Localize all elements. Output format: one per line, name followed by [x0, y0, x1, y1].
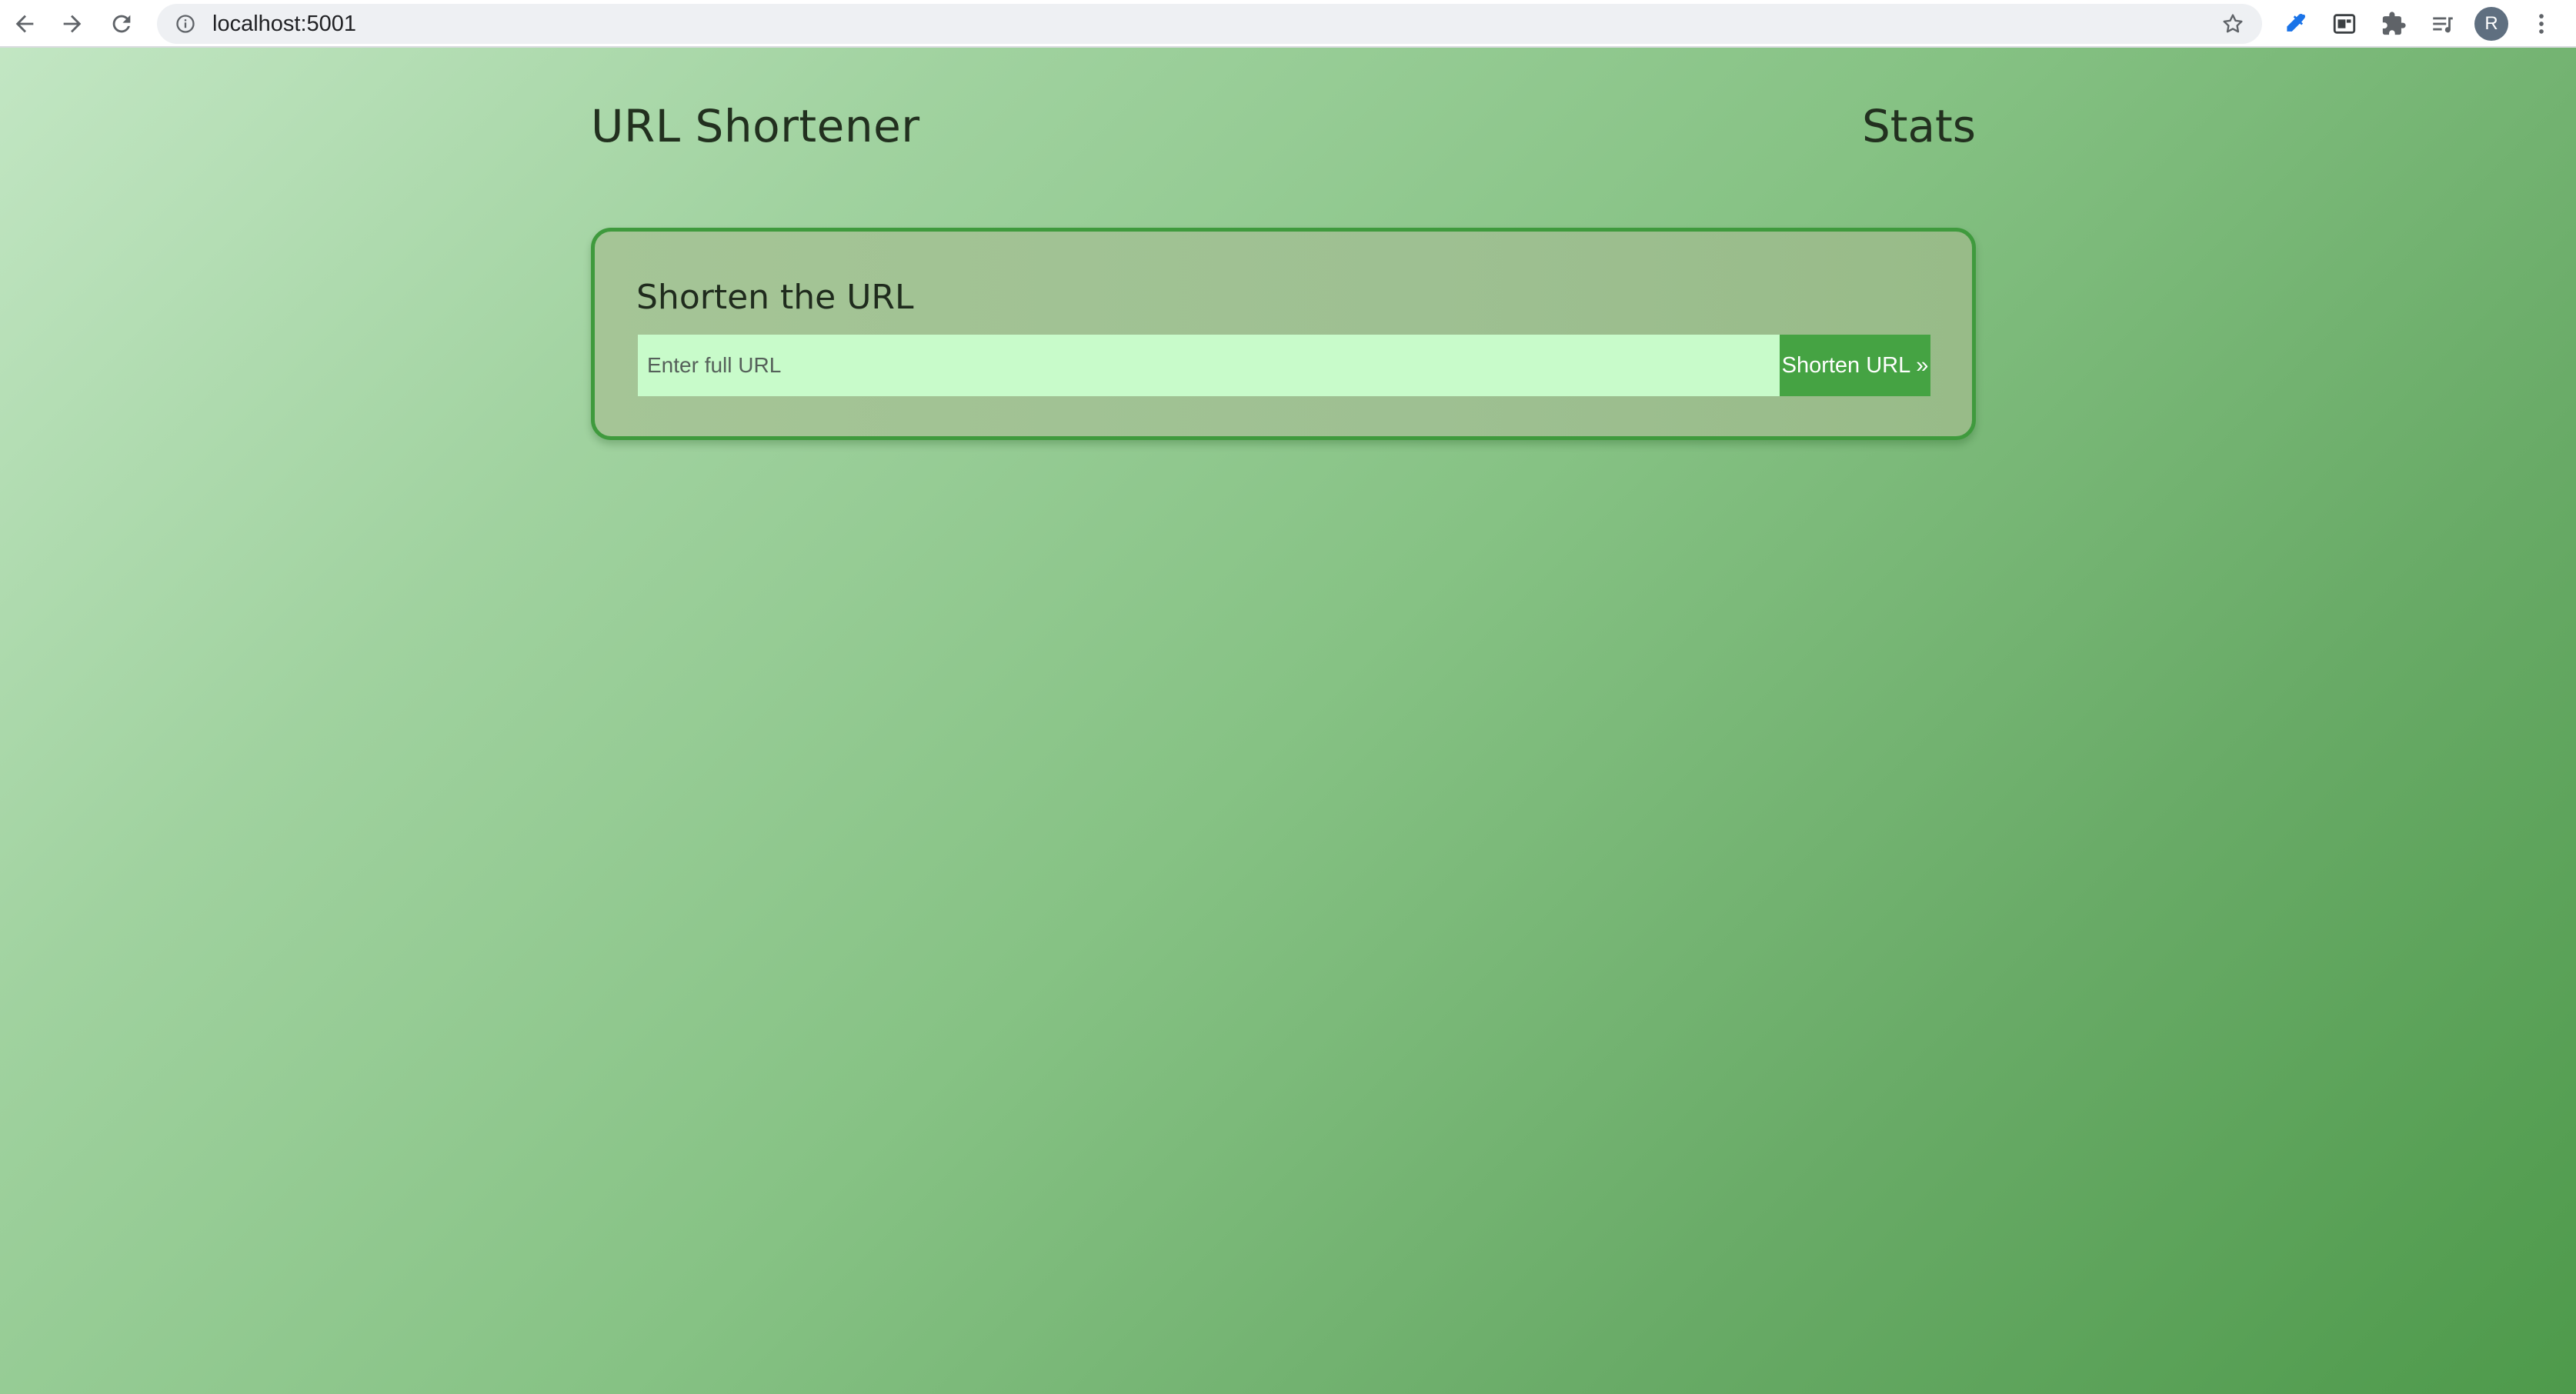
page-viewport: URL Shortener Stats Shorten the URL Shor…: [0, 48, 2576, 1394]
profile-avatar[interactable]: R: [2474, 7, 2508, 41]
eyedropper-icon: [2287, 13, 2306, 32]
extensions-button[interactable]: [2376, 6, 2411, 42]
shorten-url-button[interactable]: Shorten URL »: [1780, 335, 1930, 396]
forward-button[interactable]: [54, 6, 91, 42]
puzzle-icon: [2382, 12, 2406, 35]
address-bar[interactable]: localhost:5001: [157, 4, 2262, 44]
kebab-menu-icon: [2539, 14, 2544, 34]
extension-box-button[interactable]: [2327, 6, 2362, 42]
info-icon[interactable]: [174, 12, 197, 35]
reading-list-button[interactable]: [2425, 6, 2461, 42]
extension-box-icon: [2333, 14, 2356, 34]
back-button[interactable]: [6, 6, 43, 42]
arrow-right-icon: [63, 15, 82, 33]
star-icon[interactable]: [2221, 12, 2245, 36]
reading-list-icon: [2433, 17, 2453, 33]
eyedropper-extension-button[interactable]: [2277, 6, 2313, 42]
stats-link[interactable]: Stats: [1862, 100, 1976, 152]
app-title: URL Shortener: [591, 100, 920, 152]
browser-toolbar: localhost:5001 R: [0, 0, 2576, 48]
arrow-left-icon: [15, 15, 34, 33]
form-title: Shorten the URL: [636, 278, 914, 317]
url-input[interactable]: [638, 335, 1780, 396]
reload-button[interactable]: [103, 6, 140, 42]
shorten-form-card: Shorten the URL Shorten URL »: [591, 228, 1976, 440]
browser-menu-button[interactable]: [2524, 6, 2559, 42]
reload-icon: [112, 15, 131, 33]
address-url-text: localhost:5001: [212, 11, 357, 36]
